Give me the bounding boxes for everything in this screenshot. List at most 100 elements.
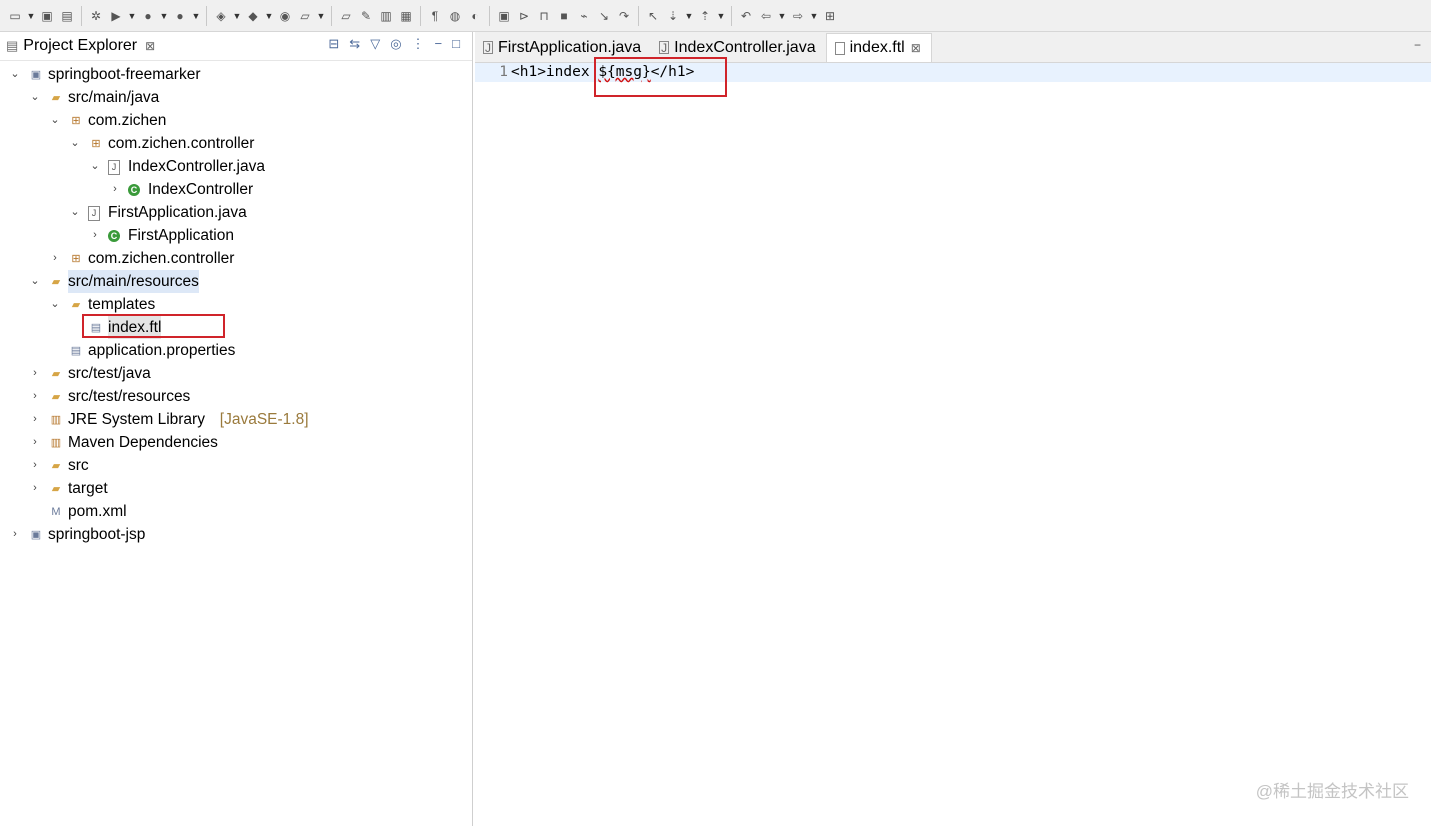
next-annotation-icon[interactable]: ⇣ xyxy=(664,7,682,25)
expand-twisty-icon[interactable]: › xyxy=(30,385,40,408)
terminate-icon[interactable]: ▣ xyxy=(495,7,513,25)
tree-item-label: com.zichen.controller xyxy=(108,135,255,152)
collapse-twisty-icon[interactable]: ⌄ xyxy=(10,63,20,86)
minimize-icon[interactable]: − xyxy=(435,36,443,52)
tree-item[interactable]: ⌄ ▰ templates xyxy=(0,293,472,316)
dropdown-caret-icon[interactable]: ▼ xyxy=(232,7,242,25)
close-icon[interactable]: ⊠ xyxy=(911,41,921,55)
toolbar-separator xyxy=(420,5,421,26)
expand-twisty-icon[interactable]: › xyxy=(110,178,120,201)
open-task-icon[interactable]: ▱ xyxy=(337,7,355,25)
expand-twisty-icon[interactable]: › xyxy=(50,247,60,270)
run-last-icon[interactable]: ● xyxy=(139,7,157,25)
tree-item[interactable]: › ▰ src xyxy=(0,454,472,477)
dropdown-caret-icon[interactable]: ▼ xyxy=(191,7,201,25)
tree-item[interactable]: ⌄ J IndexController.java xyxy=(0,155,472,178)
tree-item[interactable]: ▤ application.properties xyxy=(0,339,472,362)
editor-tab[interactable]: index.ftl ⊠ xyxy=(825,33,932,62)
expand-twisty-icon[interactable]: › xyxy=(10,523,20,546)
tree-item[interactable]: ▤ index.ftl xyxy=(0,314,472,339)
suspend-icon[interactable]: ⊓ xyxy=(535,7,553,25)
project-explorer-tab[interactable]: ▤ Project Explorer ⊠ xyxy=(0,37,155,55)
forward-icon[interactable]: ⇨ xyxy=(789,7,807,25)
resume-icon[interactable]: ⊳ xyxy=(515,7,533,25)
collapse-twisty-icon[interactable]: ⌄ xyxy=(30,86,40,109)
external-tools-icon[interactable]: ● xyxy=(171,7,189,25)
debug-icon[interactable]: ✲ xyxy=(87,7,105,25)
maximize-icon[interactable]: □ xyxy=(452,36,460,52)
tree-item-label: FirstApplication xyxy=(128,227,234,244)
search-icon[interactable]: ✎ xyxy=(357,7,375,25)
view-menu-icon[interactable]: ⋮ xyxy=(412,36,425,52)
dropdown-caret-icon[interactable]: ▼ xyxy=(316,7,326,25)
tree-item[interactable]: › C FirstApplication xyxy=(0,224,472,247)
tree-item[interactable]: › ▥ Maven Dependencies xyxy=(0,431,472,454)
dropdown-caret-icon[interactable]: ▼ xyxy=(264,7,274,25)
expand-twisty-icon[interactable]: › xyxy=(30,431,40,454)
save-icon[interactable]: ▣ xyxy=(38,7,56,25)
last-edit-icon[interactable]: ↶ xyxy=(737,7,755,25)
collapse-all-icon[interactable]: ⊟ xyxy=(328,36,339,52)
code-editor[interactable]: 1 <h1>index ${msg}</h1> xyxy=(475,57,1431,827)
skip-breakpoints-icon[interactable]: ▥ xyxy=(377,7,395,25)
dropdown-caret-icon[interactable]: ▼ xyxy=(777,7,787,25)
collapse-twisty-icon[interactable]: ⌄ xyxy=(70,201,80,224)
step-into-icon[interactable]: ↘ xyxy=(595,7,613,25)
filter-icon[interactable]: ▽ xyxy=(370,36,380,52)
new-class-icon[interactable]: ◉ xyxy=(276,7,294,25)
collapse-twisty-icon[interactable]: ⌄ xyxy=(70,132,80,155)
tree-item[interactable]: ⌄ ▣ springboot-freemarker xyxy=(0,63,472,86)
tree-item[interactable]: › ⊞ com.zichen.controller xyxy=(0,247,472,270)
new-package-icon[interactable]: ◆ xyxy=(244,7,262,25)
new-java-project-icon[interactable]: ◈ xyxy=(212,7,230,25)
selection-highlight-box xyxy=(82,314,225,338)
tree-item[interactable]: › ▰ src/test/resources xyxy=(0,385,472,408)
tree-item[interactable]: › ▥ JRE System Library [JavaSE-1.8] xyxy=(0,408,472,431)
expand-twisty-icon[interactable]: › xyxy=(30,362,40,385)
stop-icon[interactable]: ■ xyxy=(555,7,573,25)
step-over-icon[interactable]: ↷ xyxy=(615,7,633,25)
dropdown-caret-icon[interactable]: ▼ xyxy=(809,7,819,25)
disconnect-icon[interactable]: ⌁ xyxy=(575,7,593,25)
link-with-editor-icon[interactable]: ⇆ xyxy=(349,36,360,52)
prev-annotation-icon[interactable]: ⇡ xyxy=(696,7,714,25)
new-icon[interactable]: ▭ xyxy=(6,7,24,25)
collapse-twisty-icon[interactable]: ⌄ xyxy=(50,109,60,132)
expand-twisty-icon[interactable]: › xyxy=(30,408,40,431)
dropdown-caret-icon[interactable]: ▼ xyxy=(127,7,137,25)
back-icon[interactable]: ⇦ xyxy=(757,7,775,25)
tree-item[interactable]: › ▣ springboot-jsp xyxy=(0,523,472,546)
step-return-icon[interactable]: ↖ xyxy=(644,7,662,25)
debug-step-icon[interactable]: ◐ xyxy=(466,7,484,25)
minimize-icon[interactable]: − xyxy=(1414,38,1421,52)
tree-item[interactable]: ⌄ ▰ src/main/resources xyxy=(0,270,472,293)
run-icon[interactable]: ▶ xyxy=(107,7,125,25)
toolbar-separator xyxy=(331,5,332,26)
dropdown-caret-icon[interactable]: ▼ xyxy=(26,7,36,25)
dropdown-caret-icon[interactable]: ▼ xyxy=(159,7,169,25)
close-icon[interactable]: ⊠ xyxy=(145,39,155,53)
show-whitespace-icon[interactable]: ¶ xyxy=(426,7,444,25)
tree-item[interactable]: › C IndexController xyxy=(0,178,472,201)
collapse-twisty-icon[interactable]: ⌄ xyxy=(30,270,40,293)
tree-item[interactable]: › ▰ src/test/java xyxy=(0,362,472,385)
collapse-twisty-icon[interactable]: ⌄ xyxy=(90,155,100,178)
tree-item[interactable]: ⌄ ▰ src/main/java xyxy=(0,86,472,109)
tree-item[interactable]: ⌄ J FirstApplication.java xyxy=(0,201,472,224)
expand-twisty-icon[interactable]: › xyxy=(30,454,40,477)
tree-item[interactable]: › ▰ target xyxy=(0,477,472,500)
collapse-twisty-icon[interactable]: ⌄ xyxy=(50,293,60,316)
expand-twisty-icon[interactable]: › xyxy=(30,477,40,500)
focus-icon[interactable]: ◎ xyxy=(390,36,401,52)
expand-twisty-icon[interactable]: › xyxy=(90,224,100,247)
tree-item[interactable]: ⌄ ⊞ com.zichen.controller xyxy=(0,132,472,155)
tree-item[interactable]: Mpom.xml xyxy=(0,500,472,523)
tree-item[interactable]: ⌄ ⊞ com.zichen xyxy=(0,109,472,132)
dropdown-caret-icon[interactable]: ▼ xyxy=(684,7,694,25)
globe-icon[interactable]: ◍ xyxy=(446,7,464,25)
open-type-icon[interactable]: ▱ xyxy=(296,7,314,25)
build-icon[interactable]: ▦ xyxy=(397,7,415,25)
dropdown-caret-icon[interactable]: ▼ xyxy=(716,7,726,25)
save-all-icon[interactable]: ▤ xyxy=(58,7,76,25)
pin-editor-icon[interactable]: ⊞ xyxy=(821,7,839,25)
